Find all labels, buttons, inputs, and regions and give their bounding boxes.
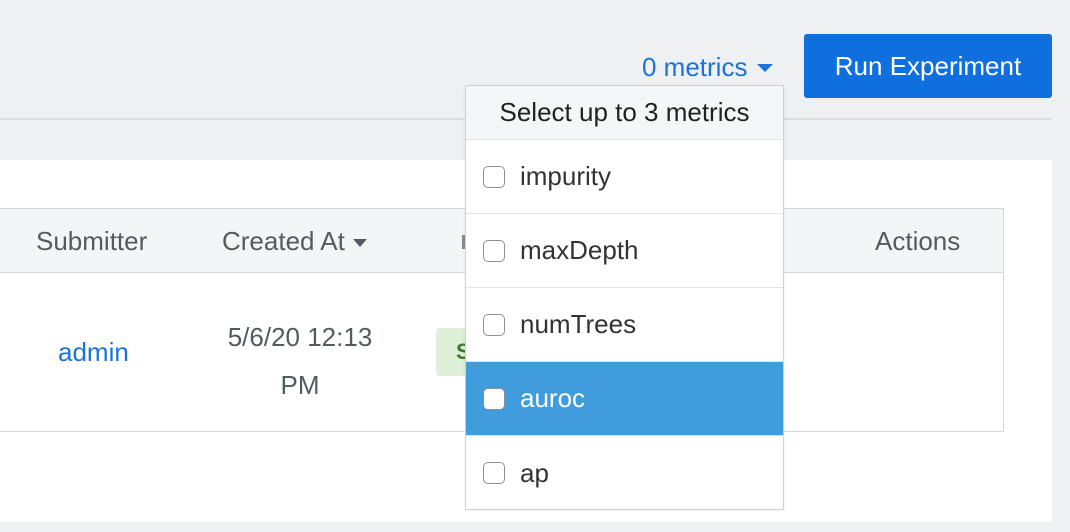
created-at-cell: 5/6/20 12:13 PM <box>227 322 373 400</box>
metric-option-numtrees[interactable]: numTrees <box>466 288 783 362</box>
run-experiment-button[interactable]: Run Experiment <box>804 34 1052 98</box>
metric-option-label: numTrees <box>520 309 637 339</box>
sort-descending-icon <box>352 239 367 247</box>
metric-option-label: impurity <box>520 161 612 191</box>
submitter-link[interactable]: admin <box>58 337 129 368</box>
metric-option-maxdepth[interactable]: maxDepth <box>466 214 783 288</box>
column-header-actions: Actions <box>875 225 961 256</box>
metrics-dropdown-menu: Select up to 3 metrics impurity maxDepth… <box>465 85 784 510</box>
column-header-created-at[interactable]: Created At <box>222 209 367 273</box>
checkbox[interactable] <box>483 387 505 410</box>
checkbox[interactable] <box>483 239 505 262</box>
dropdown-header: Select up to 3 metrics <box>466 86 783 140</box>
metrics-toggle-label: 0 metrics <box>642 51 748 82</box>
metric-option-label: auroc <box>520 383 586 413</box>
checkbox[interactable] <box>483 313 505 336</box>
column-header-submitter[interactable]: Submitter <box>36 209 147 273</box>
metric-option-ap[interactable]: ap <box>466 436 783 510</box>
checkbox[interactable] <box>483 462 505 484</box>
checkbox[interactable] <box>483 165 505 188</box>
metric-option-impurity[interactable]: impurity <box>466 140 783 214</box>
metric-option-label: ap <box>520 457 549 488</box>
metric-option-auroc[interactable]: auroc <box>466 362 783 436</box>
caret-down-icon <box>757 64 774 72</box>
metric-option-label: maxDepth <box>520 235 639 265</box>
column-header-created-at-label: Created At <box>222 225 345 256</box>
metrics-dropdown-toggle[interactable]: 0 metrics <box>642 48 774 86</box>
